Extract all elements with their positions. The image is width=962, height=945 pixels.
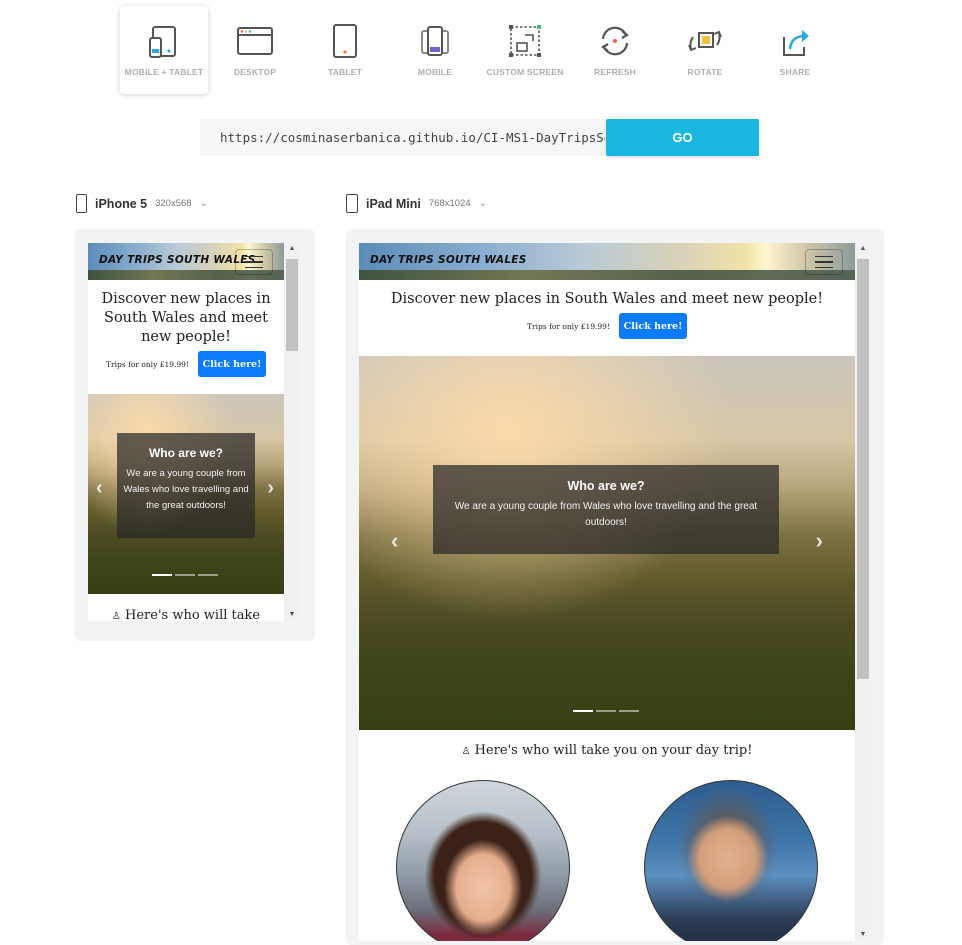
tablet-scrollbar[interactable]: ▲ ▼: [855, 243, 871, 941]
phone-scrollbar[interactable]: ▲ ▼: [284, 243, 300, 621]
device-size: 320x568: [155, 198, 192, 209]
indicator[interactable]: [152, 574, 172, 576]
carousel-prev-icon[interactable]: ‹: [391, 528, 398, 554]
indicator[interactable]: [596, 710, 616, 712]
device-name: iPad Mini: [366, 196, 421, 211]
rotate-icon: [688, 30, 722, 52]
toolbar: MOBILE + TABLET DESKTOP TABLET MOBILE CU…: [120, 6, 840, 94]
tool-label: REFRESH: [593, 67, 637, 77]
indicator[interactable]: [198, 574, 218, 576]
tool-label: ROTATE: [687, 67, 723, 77]
carousel-prev-icon[interactable]: ‹: [96, 477, 103, 500]
scroll-up-icon[interactable]: ▲: [284, 245, 300, 253]
indicator[interactable]: [573, 710, 593, 712]
hamburger-menu-button[interactable]: [235, 249, 273, 275]
hero-price: Trips for only £19.99!: [106, 359, 189, 369]
caption-title: Who are we?: [567, 479, 645, 493]
phone-frame: DAY TRIPS SOUTH WALES Discover new place…: [75, 229, 315, 641]
site-navbar: DAY TRIPS SOUTH WALES: [88, 243, 284, 280]
mobile-icon: [421, 26, 449, 56]
hero-title: Discover new places in South Wales and m…: [390, 291, 824, 307]
team-member-avatar: [396, 780, 570, 941]
share-button[interactable]: SHARE: [750, 6, 840, 94]
mobile-tablet-icon: [149, 26, 176, 58]
carousel-indicators[interactable]: [573, 710, 639, 712]
hero-title: Discover new places in South Wales and m…: [101, 291, 271, 345]
device-name: iPhone 5: [95, 196, 148, 211]
tool-label: CUSTOM SCREEN: [486, 67, 564, 77]
cta-button[interactable]: Click here!: [197, 351, 266, 377]
mobile-button[interactable]: MOBILE: [390, 6, 480, 94]
go-button[interactable]: GO: [606, 119, 759, 156]
device-size: 768x1024: [428, 198, 471, 209]
indicator[interactable]: [175, 574, 195, 576]
caption-title: Who are we?: [148, 446, 223, 460]
tool-label: SHARE: [779, 67, 811, 77]
team-heading-text: Here's who will take you on your day tri…: [474, 743, 753, 758]
tablet-icon: [333, 24, 357, 58]
scroll-down-icon[interactable]: ▼: [855, 931, 871, 939]
carousel-indicators[interactable]: [152, 574, 218, 576]
rotate-button[interactable]: ROTATE: [660, 6, 750, 94]
tool-label: DESKTOP: [233, 67, 277, 77]
desktop-icon: [237, 27, 273, 55]
carousel-caption: Who are we? We are a young couple from W…: [433, 465, 779, 554]
caption-body: We are a young couple from Wales who lov…: [454, 501, 758, 528]
team-member-avatar: [644, 780, 818, 941]
tablet-frame: DAY TRIPS SOUTH WALES Discover new place…: [346, 229, 884, 945]
tool-label: MOBILE: [417, 67, 453, 77]
scroll-thumb[interactable]: [857, 259, 869, 679]
user-group-icon: ♙: [461, 746, 471, 757]
team-heading-text: Here's who will take: [125, 608, 261, 621]
device-selector-tablet[interactable]: iPad Mini 768x1024 ⌄: [346, 194, 487, 213]
refresh-button[interactable]: REFRESH: [570, 6, 660, 94]
chevron-down-icon: ⌄: [199, 198, 208, 209]
carousel: Who are we? We are a young couple from W…: [359, 356, 855, 730]
desktop-button[interactable]: DESKTOP: [210, 6, 300, 94]
refresh-icon: [601, 26, 629, 56]
carousel-next-icon[interactable]: ›: [816, 528, 823, 554]
tool-label: MOBILE + TABLET: [124, 67, 204, 77]
custom-screen-icon: [509, 25, 541, 57]
scroll-thumb[interactable]: [286, 259, 298, 351]
mobile-tablet-button[interactable]: MOBILE + TABLET: [120, 6, 208, 94]
device-selector-phone[interactable]: iPhone 5 320x568 ⌄: [76, 194, 208, 213]
team-heading: ♙ Here's who will take: [88, 608, 284, 621]
carousel-next-icon[interactable]: ›: [267, 477, 274, 500]
indicator[interactable]: [619, 710, 639, 712]
hamburger-menu-button[interactable]: [805, 249, 843, 275]
hero-row: Trips for only £19.99! Click here!: [88, 351, 284, 377]
url-input[interactable]: https://cosminaserbanica.github.io/CI-MS…: [200, 119, 605, 156]
phone-icon: [76, 194, 87, 213]
tablet-button[interactable]: TABLET: [300, 6, 390, 94]
team-heading: ♙ Here's who will take you on your day t…: [359, 743, 855, 758]
scroll-up-icon[interactable]: ▲: [855, 245, 871, 253]
caption-body: We are a young couple from Wales who lov…: [123, 468, 249, 511]
tablet-screen[interactable]: DAY TRIPS SOUTH WALES Discover new place…: [359, 243, 855, 941]
site-navbar: DAY TRIPS SOUTH WALES: [359, 243, 855, 280]
hero-price: Trips for only £19.99!: [527, 321, 610, 331]
chevron-down-icon: ⌄: [478, 198, 487, 209]
site-brand[interactable]: DAY TRIPS SOUTH WALES: [99, 254, 256, 266]
carousel: Who are we? We are a young couple from W…: [88, 394, 284, 594]
carousel-caption: Who are we? We are a young couple from W…: [117, 433, 255, 538]
cta-button[interactable]: Click here!: [618, 313, 687, 339]
share-icon: [783, 30, 809, 56]
phone-screen[interactable]: DAY TRIPS SOUTH WALES Discover new place…: [88, 243, 284, 621]
tablet-icon: [346, 194, 358, 213]
site-brand[interactable]: DAY TRIPS SOUTH WALES: [370, 254, 527, 266]
user-group-icon: ♙: [111, 611, 121, 621]
scroll-down-icon[interactable]: ▼: [284, 611, 300, 619]
hero-row: Trips for only £19.99! Click here!: [359, 313, 855, 339]
tool-label: TABLET: [327, 67, 363, 77]
custom-screen-button[interactable]: CUSTOM SCREEN: [480, 6, 570, 94]
